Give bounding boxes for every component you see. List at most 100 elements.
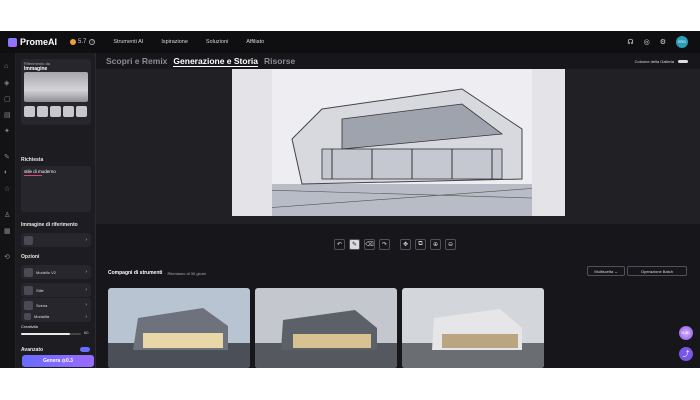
reference-thumbnails bbox=[24, 106, 87, 117]
image-icon bbox=[24, 235, 33, 245]
chevron-right-icon: › bbox=[85, 302, 87, 308]
multi-select-label: Multiscelta bbox=[594, 268, 614, 274]
generate-button[interactable]: Genera ◍ 0.3 bbox=[22, 355, 94, 367]
prompt-text: stile di moderno bbox=[24, 169, 56, 174]
tab-discover[interactable]: Scopri e Remix bbox=[106, 56, 167, 67]
mode-label: Modalità bbox=[34, 314, 50, 319]
zoom-in-icon[interactable]: ⊕ bbox=[430, 239, 441, 250]
share-icon[interactable]: ⤴ bbox=[679, 347, 693, 361]
chevron-right-icon: › bbox=[85, 237, 87, 243]
star-icon[interactable]: ☆ bbox=[4, 185, 10, 193]
thumb-2[interactable] bbox=[37, 106, 48, 117]
thumb-1[interactable] bbox=[24, 106, 35, 117]
history-card[interactable] bbox=[255, 288, 397, 368]
scene-label: Scena bbox=[36, 302, 48, 308]
redo-icon[interactable]: ↷ bbox=[379, 239, 390, 250]
main-nav: Strumenti AI Ispirazione Soluzioni Affil… bbox=[113, 39, 264, 45]
thumb-3[interactable] bbox=[50, 106, 61, 117]
advanced-toggle[interactable] bbox=[80, 347, 90, 352]
tab-resources[interactable]: Risorse bbox=[264, 56, 295, 67]
gallery-slider[interactable] bbox=[678, 60, 688, 63]
building-sketch bbox=[232, 69, 565, 216]
style-icon bbox=[24, 285, 33, 295]
top-bar: PromeAI 5.7 ? Strumenti AI Ispirazione S… bbox=[0, 31, 700, 53]
prompt-label: Richiesta bbox=[21, 157, 44, 163]
thumb-4[interactable] bbox=[63, 106, 74, 117]
creativity-fill bbox=[21, 333, 71, 335]
reward-badge-text: 11:30 bbox=[681, 331, 690, 335]
cube-icon[interactable]: ▢ bbox=[4, 95, 11, 103]
coin-icon bbox=[70, 39, 76, 45]
layers-icon[interactable]: ▤ bbox=[4, 111, 11, 119]
credits-value: 5.7 bbox=[78, 39, 87, 45]
gallery-columns-label: Colonne della Galleria bbox=[634, 59, 674, 64]
tools-icon[interactable]: ◈ bbox=[4, 79, 9, 87]
generated-image[interactable] bbox=[232, 69, 565, 216]
home-icon[interactable]: ⌂ bbox=[4, 63, 8, 70]
palette-icon[interactable]: ◐ bbox=[4, 169, 8, 176]
render-image bbox=[402, 288, 544, 368]
brand-icon bbox=[8, 37, 17, 47]
tools-sub: Riteniamo di 30 giorni bbox=[167, 270, 207, 276]
generate-label: Genera bbox=[43, 358, 61, 364]
nav-solutions[interactable]: Soluzioni bbox=[206, 39, 228, 45]
creativity-slider[interactable] bbox=[21, 333, 81, 335]
model-select[interactable]: Modello V2 › bbox=[21, 265, 91, 279]
gallery-columns[interactable]: Colonne della Galleria bbox=[635, 59, 688, 64]
brush-icon[interactable]: ✎ bbox=[349, 239, 360, 250]
zoom-out-icon[interactable]: ⊖ bbox=[445, 239, 456, 250]
grid-icon[interactable]: ▦ bbox=[4, 227, 11, 235]
reference-thumbnail[interactable] bbox=[24, 72, 88, 102]
scene-icon bbox=[24, 300, 33, 310]
help-icon[interactable]: ? bbox=[89, 39, 96, 45]
credits[interactable]: 5.7 ? bbox=[70, 39, 96, 45]
nav-affiliate[interactable]: Affiliato bbox=[246, 39, 264, 45]
app-window: PromeAI 5.7 ? Strumenti AI Ispirazione S… bbox=[0, 31, 700, 368]
render-image bbox=[255, 288, 397, 368]
options-label: Opzioni bbox=[21, 254, 40, 260]
chevron-right-icon: › bbox=[85, 269, 87, 275]
multi-select-button[interactable]: Multiscelta ⌄ bbox=[587, 266, 625, 276]
creativity-value: 60 bbox=[84, 330, 89, 335]
history-icon[interactable]: ⟲ bbox=[4, 253, 10, 261]
discord-icon[interactable]: ◎ bbox=[644, 38, 650, 46]
style-label: Stile bbox=[36, 287, 44, 293]
magic-icon[interactable]: ✦ bbox=[4, 127, 10, 135]
batch-operation-button[interactable]: Operazione Batch bbox=[627, 266, 687, 276]
thumb-5[interactable] bbox=[76, 106, 87, 117]
history-card[interactable] bbox=[402, 288, 544, 368]
tools-header: Compagni di strumenti bbox=[108, 270, 163, 276]
prompt-underline bbox=[24, 175, 42, 176]
brand-name: PromeAI bbox=[20, 37, 58, 47]
top-right-actions: ☊ ◎ ⚙ ERG bbox=[627, 36, 688, 48]
preview-canvas bbox=[96, 69, 700, 224]
prompt-input[interactable]: stile di moderno bbox=[21, 166, 91, 212]
mode-icon bbox=[24, 313, 31, 320]
nav-inspiration[interactable]: Ispirazione bbox=[161, 39, 188, 45]
logo[interactable]: PromeAI bbox=[8, 37, 70, 47]
settings-icon[interactable]: ⚙ bbox=[660, 38, 666, 46]
reference-upload[interactable]: Riferimento da Immagine bbox=[21, 59, 91, 125]
history-header: Compagni di strumenti Riteniamo di 30 gi… bbox=[108, 270, 206, 276]
nav-ai-tools[interactable]: Strumenti AI bbox=[113, 39, 143, 45]
edit-icon[interactable]: ✎ bbox=[4, 153, 10, 161]
mode-select[interactable]: Modalità › bbox=[21, 311, 91, 322]
ref-image-label: Immagine di riferimento bbox=[21, 222, 78, 228]
history-card[interactable] bbox=[108, 288, 250, 368]
model-icon bbox=[24, 267, 33, 277]
crop-icon[interactable]: ⧉ bbox=[415, 239, 426, 250]
chevron-right-icon: › bbox=[85, 287, 87, 293]
undo-icon[interactable]: ↶ bbox=[334, 239, 345, 250]
user-icon[interactable]: ♙ bbox=[4, 211, 10, 219]
batch-op-label: Operazione Batch bbox=[640, 268, 674, 274]
scene-select[interactable]: Scena › bbox=[21, 298, 91, 312]
avatar[interactable]: ERG bbox=[676, 36, 688, 48]
style-select[interactable]: Stile › bbox=[21, 283, 91, 297]
headset-icon[interactable]: ☊ bbox=[627, 38, 633, 46]
eraser-icon[interactable]: ⌫ bbox=[364, 239, 375, 250]
canvas-toolbar: ↶ ✎ ⌫ ↷ ✥ ⧉ ⊕ ⊖ bbox=[334, 239, 456, 250]
move-icon[interactable]: ✥ bbox=[400, 239, 411, 250]
ref-image-select[interactable]: › bbox=[21, 233, 91, 247]
chevron-right-icon: › bbox=[85, 313, 87, 320]
tab-generation[interactable]: Generazione e Storia bbox=[173, 56, 258, 67]
